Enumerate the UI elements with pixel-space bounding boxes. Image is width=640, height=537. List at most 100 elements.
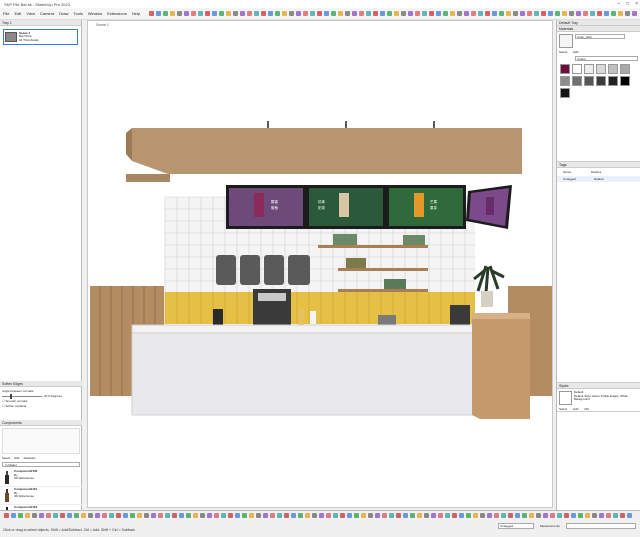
material-swatch[interactable] xyxy=(596,76,606,86)
material-name-field[interactable]: Color_G03 xyxy=(575,34,625,39)
toolbar-tool-icon[interactable] xyxy=(578,513,583,518)
toolbar-tool-icon[interactable] xyxy=(393,11,399,16)
toolbar-tool-icon[interactable] xyxy=(491,11,497,16)
toolbar-tool-icon[interactable] xyxy=(358,11,364,16)
toolbar-tool-icon[interactable] xyxy=(372,11,378,16)
tag-dropdown[interactable]: Untagged xyxy=(498,523,534,529)
material-swatch[interactable] xyxy=(596,64,606,74)
toolbar-tool-icon[interactable] xyxy=(123,513,128,518)
toolbar-tool-icon[interactable] xyxy=(522,513,527,518)
toolbar-tool-icon[interactable] xyxy=(428,11,434,16)
toolbar-tool-icon[interactable] xyxy=(620,513,625,518)
toolbar-tool-icon[interactable] xyxy=(260,11,266,16)
scenes-panel-title[interactable]: Tray 1 xyxy=(0,20,81,26)
toolbar-tool-icon[interactable] xyxy=(424,513,429,518)
list-item[interactable]: Component#110 By ... 3D Warehouse xyxy=(0,487,82,505)
toolbar-tool-icon[interactable] xyxy=(165,513,170,518)
toolbar-tool-icon[interactable] xyxy=(25,513,30,518)
scene-render[interactable]: 醇香 葡萄 珍珠 奶茶 芒果 果茶 xyxy=(88,21,554,509)
toolbar-tool-icon[interactable] xyxy=(218,11,224,16)
menu-view[interactable]: View xyxy=(26,11,35,16)
toolbar-tool-icon[interactable] xyxy=(190,11,196,16)
scene-thumbnail-item[interactable]: Scene 1 Bar Drink All Thumbnails xyxy=(3,29,78,45)
material-swatch[interactable] xyxy=(560,88,570,98)
toolbar-tool-icon[interactable] xyxy=(197,11,203,16)
toolbar-tool-icon[interactable] xyxy=(288,11,294,16)
toolbar-tool-icon[interactable] xyxy=(277,513,282,518)
toolbar-tool-icon[interactable] xyxy=(183,11,189,16)
toolbar-tool-icon[interactable] xyxy=(200,513,205,518)
toolbar-tool-icon[interactable] xyxy=(606,513,611,518)
toolbar-tool-icon[interactable] xyxy=(284,513,289,518)
toolbar-tool-icon[interactable] xyxy=(109,513,114,518)
toolbar-tool-icon[interactable] xyxy=(438,513,443,518)
toolbar-tool-icon[interactable] xyxy=(561,11,567,16)
toolbar-tool-icon[interactable] xyxy=(386,11,392,16)
toolbar-tool-icon[interactable] xyxy=(102,513,107,518)
toolbar-tool-icon[interactable] xyxy=(326,513,331,518)
menu-window[interactable]: Window xyxy=(88,11,102,16)
toolbar-tool-icon[interactable] xyxy=(613,513,618,518)
toolbar-tool-icon[interactable] xyxy=(193,513,198,518)
toolbar-tool-icon[interactable] xyxy=(564,513,569,518)
toolbar-tool-icon[interactable] xyxy=(533,11,539,16)
toolbar-tool-icon[interactable] xyxy=(596,11,602,16)
toolbar-tool-icon[interactable] xyxy=(158,513,163,518)
toolbar-tool-icon[interactable] xyxy=(337,11,343,16)
toolbar-tool-icon[interactable] xyxy=(137,513,142,518)
toolbar-tool-icon[interactable] xyxy=(330,11,336,16)
tags-column-dashes[interactable]: Dashes xyxy=(591,170,601,174)
toolbar-tool-icon[interactable] xyxy=(484,11,490,16)
toolbar-tool-icon[interactable] xyxy=(214,513,219,518)
toolbar-tool-icon[interactable] xyxy=(515,513,520,518)
toolbar-tool-icon[interactable] xyxy=(445,513,450,518)
minimize-button[interactable]: – xyxy=(617,1,620,7)
toolbar-tool-icon[interactable] xyxy=(571,513,576,518)
toolbar-tool-icon[interactable] xyxy=(207,513,212,518)
toolbar-tool-icon[interactable] xyxy=(81,513,86,518)
material-swatch[interactable] xyxy=(572,64,582,74)
menu-draw[interactable]: Draw xyxy=(59,11,68,16)
toolbar-tool-icon[interactable] xyxy=(459,513,464,518)
toolbar-tool-icon[interactable] xyxy=(592,513,597,518)
toolbar-tool-icon[interactable] xyxy=(365,11,371,16)
soften-slider[interactable] xyxy=(2,394,42,399)
toolbar-tool-icon[interactable] xyxy=(407,11,413,16)
toolbar-tool-icon[interactable] xyxy=(403,513,408,518)
toolbar-tool-icon[interactable] xyxy=(452,513,457,518)
toolbar-tool-icon[interactable] xyxy=(498,11,504,16)
toolbar-tool-icon[interactable] xyxy=(568,11,574,16)
toolbar-tool-icon[interactable] xyxy=(617,11,623,16)
toolbar-tool-icon[interactable] xyxy=(256,513,261,518)
toolbar-tool-icon[interactable] xyxy=(333,513,338,518)
list-item[interactable]: Component#100 By ... 3D Warehouse xyxy=(0,469,82,487)
toolbar-tool-icon[interactable] xyxy=(169,11,175,16)
toolbar-tool-icon[interactable] xyxy=(501,513,506,518)
toolbar-tool-icon[interactable] xyxy=(463,11,469,16)
tags-column-name[interactable]: Name xyxy=(563,170,571,174)
toolbar-tool-icon[interactable] xyxy=(421,11,427,16)
toolbar-tool-icon[interactable] xyxy=(74,513,79,518)
toolbar-tool-icon[interactable] xyxy=(589,11,595,16)
toolbar-tool-icon[interactable] xyxy=(249,513,254,518)
materials-tab-select[interactable]: Select xyxy=(559,50,567,54)
soften-slider-handle[interactable] xyxy=(10,394,12,399)
toolbar-tool-icon[interactable] xyxy=(60,513,65,518)
toolbar-tool-icon[interactable] xyxy=(400,11,406,16)
toolbar-tool-icon[interactable] xyxy=(354,513,359,518)
toolbar-tool-icon[interactable] xyxy=(494,513,499,518)
toolbar-tool-icon[interactable] xyxy=(473,513,478,518)
toolbar-tool-icon[interactable] xyxy=(235,513,240,518)
toolbar-tool-icon[interactable] xyxy=(176,11,182,16)
components-search-input[interactable]: In Model xyxy=(2,462,80,467)
toolbar-tool-icon[interactable] xyxy=(4,513,9,518)
toolbar-tool-icon[interactable] xyxy=(148,11,154,16)
toolbar-tool-icon[interactable] xyxy=(239,11,245,16)
toolbar-tool-icon[interactable] xyxy=(263,513,268,518)
menu-file[interactable]: File xyxy=(3,11,9,16)
toolbar-tool-icon[interactable] xyxy=(32,513,37,518)
toolbar-tool-icon[interactable] xyxy=(610,11,616,16)
toolbar-tool-icon[interactable] xyxy=(316,11,322,16)
toolbar-tool-icon[interactable] xyxy=(526,11,532,16)
model-viewport[interactable]: Scene 1 醇香 葡萄 珍珠 奶茶 芒果 果茶 xyxy=(87,20,553,508)
